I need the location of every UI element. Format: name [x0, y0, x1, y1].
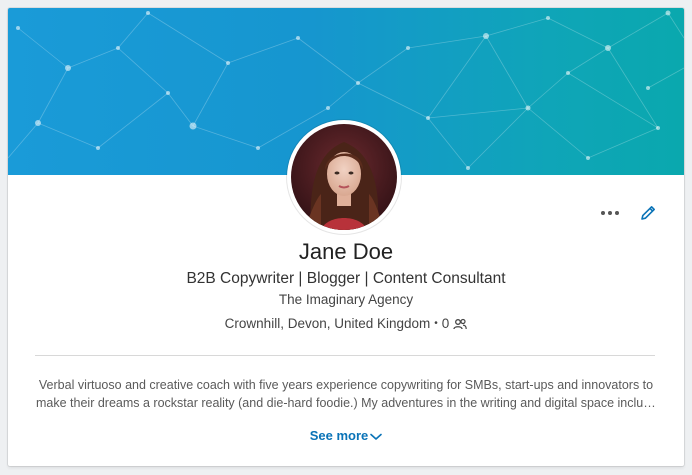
- profile-headline: B2B Copywriter | Blogger | Content Consu…: [186, 270, 506, 287]
- summary-line: Verbal virtuoso and creative coach with …: [38, 378, 654, 392]
- separator-dot: •: [434, 318, 438, 329]
- location-row: Crownhill, Devon, United Kingdom • 0: [8, 316, 684, 331]
- more-horizontal-icon[interactable]: [598, 201, 622, 225]
- profile-summary: Verbal virtuoso and creative coach with …: [36, 376, 656, 412]
- summary-line: make their dreams a rockstar reality (an…: [36, 396, 656, 410]
- connection-count[interactable]: 0: [442, 316, 450, 331]
- profile-name: Jane Doe: [298, 239, 394, 264]
- profile-photo: [291, 124, 397, 230]
- pencil-icon[interactable]: [636, 201, 660, 225]
- people-icon[interactable]: [453, 318, 468, 330]
- divider: [35, 355, 655, 356]
- see-more-label: See more: [309, 428, 369, 443]
- see-more-button[interactable]: See more: [8, 428, 684, 443]
- profile-company[interactable]: The Imaginary Agency: [8, 292, 684, 307]
- profile-location: Crownhill, Devon, United Kingdom: [224, 316, 431, 331]
- profile-actions: [598, 201, 660, 225]
- chevron-down-icon: [370, 433, 383, 441]
- avatar[interactable]: [287, 120, 401, 234]
- profile-card: Jane Doe B2B Copywriter | Blogger | Cont…: [8, 8, 684, 466]
